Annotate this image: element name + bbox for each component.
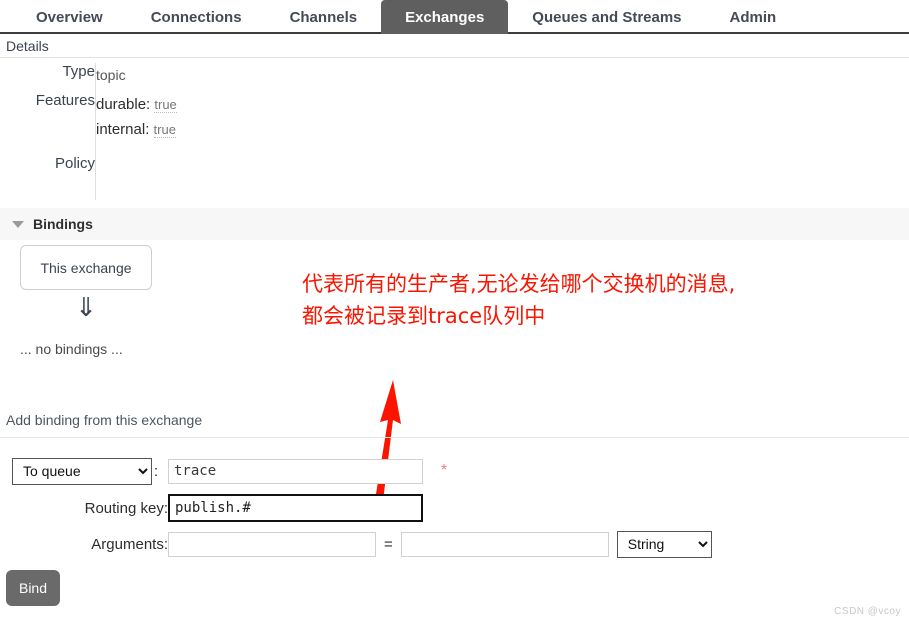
tab-channels[interactable]: Channels [266,0,382,34]
tab-exchanges[interactable]: Exchanges [381,0,509,34]
feature-durable-name: durable: [96,96,151,113]
bind-button[interactable]: Bind [6,570,60,606]
form-row-routing-key: Routing key: [0,490,712,526]
down-arrow-icon: ⇓ [75,292,97,322]
tab-admin[interactable]: Admin [706,0,801,34]
details-label: Details [6,37,49,54]
feature-durable: durable: true [96,92,420,117]
destination-name-input[interactable] [168,458,423,484]
feature-internal: internal: true [96,117,420,142]
detail-value-features: durable: true internal: true [95,92,420,155]
feature-durable-value: true [154,97,177,113]
exchange-type-value: topic [96,67,126,83]
exchange-details-table: Type topic Features durable: true intern… [0,63,420,200]
detail-key-type: Type [62,63,95,80]
tab-connections[interactable]: Connections [127,0,266,34]
add-binding-title: Add binding from this exchange [6,412,203,428]
tab-exchanges-label: Exchanges [405,8,485,26]
tab-admin-label: Admin [729,8,777,26]
routing-key-label: Routing key: [84,499,168,517]
argument-type-select[interactable]: String Number Boolean List [616,530,712,558]
tab-connections-label: Connections [150,8,242,26]
binding-form-grid: To queue To exchange : * Routing key: Ar… [0,452,712,562]
add-binding-form: To queue To exchange : * Routing key: Ar… [0,452,909,562]
argument-value-input[interactable] [400,531,609,557]
this-exchange-node: This exchange [20,245,152,290]
destination-type-select[interactable]: To queue To exchange [12,457,152,485]
tab-queues-and-streams[interactable]: Queues and Streams [508,0,705,34]
chevron-down-icon [12,220,24,228]
bindings-title: Bindings [33,216,93,232]
argument-key-input[interactable] [168,531,376,557]
table-row: Policy [0,155,420,200]
tab-channels-label: Channels [289,8,358,26]
form-divider [0,437,909,438]
table-row: Features durable: true internal: true [0,92,420,155]
arguments-equals: = [384,536,393,553]
tab-overview-label: Overview [36,8,103,26]
routing-key-input[interactable] [168,494,423,522]
routing-key-input-cell [168,490,712,526]
main-navigation: Overview Connections Channels Exchanges … [0,0,909,34]
destination-type-cell: To queue To exchange : [0,452,168,490]
destination-input-cell: * [168,452,712,490]
feature-internal-value: true [153,122,176,138]
details-grid: Type topic Features durable: true intern… [0,63,420,200]
watermark: CSDN @vcoy [834,606,901,617]
arguments-label: Arguments: [91,535,168,553]
this-exchange-label: This exchange [40,259,132,276]
nav-tab-list: Overview Connections Channels Exchanges … [0,0,909,34]
form-row-arguments: Arguments: = String Number Boolean List [0,526,712,562]
form-row-destination: To queue To exchange : * [0,452,712,490]
annotation-note: 代表所有的生产者,无论发给哪个交换机的消息, 都会被记录到trace队列中 [302,272,736,328]
detail-value-policy [95,155,420,200]
details-section-header: Details [0,34,909,58]
tab-queues-and-streams-label: Queues and Streams [532,8,682,26]
required-marker: * [440,462,448,479]
destination-colon: : [154,463,159,480]
feature-internal-name: internal: [96,121,150,138]
nav-spacer [0,0,12,34]
bindings-section-header[interactable]: Bindings [0,208,909,240]
tab-overview[interactable]: Overview [12,0,127,34]
detail-value-type: topic [95,63,420,92]
detail-key-features: Features [35,92,95,109]
table-row: Type topic [0,63,420,92]
arguments-cell: = String Number Boolean List [168,526,712,562]
detail-key-policy: Policy [54,155,95,172]
no-bindings-message: ... no bindings ... [20,341,123,357]
